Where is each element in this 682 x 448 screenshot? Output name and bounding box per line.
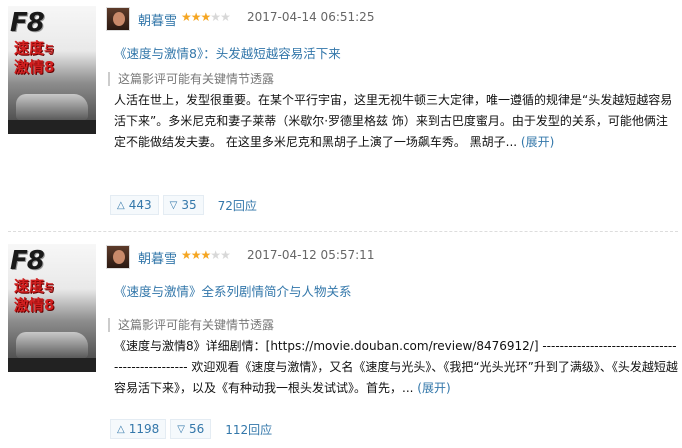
star-icon: ★ bbox=[181, 10, 192, 24]
review-actions: △ 443 ▽ 35 72回应 bbox=[110, 194, 257, 216]
review-time: 2017-04-12 05:57:11 bbox=[247, 248, 375, 262]
poster-car bbox=[16, 332, 88, 358]
poster-title: 速度与 激情8 bbox=[14, 40, 54, 76]
expand-link[interactable]: (展开) bbox=[417, 381, 450, 395]
review-summary-text: 人活在世上，发型很重要。在某个平行宇宙，这里无视牛顿三大定律，唯一遵循的规律是“… bbox=[114, 93, 673, 149]
review-time: 2017-04-14 06:51:25 bbox=[247, 10, 375, 24]
spoiler-warning: 这篇影评可能有关键情节透露 bbox=[108, 318, 274, 332]
star-icon: ★ bbox=[210, 248, 221, 262]
up-triangle-icon: △ bbox=[117, 423, 125, 435]
poster-brand: F8 bbox=[10, 8, 45, 38]
useless-button[interactable]: ▽ 35 bbox=[162, 195, 204, 215]
star-icon: ★ bbox=[200, 248, 212, 262]
star-icon: ★ bbox=[220, 248, 231, 262]
poster-road bbox=[8, 120, 96, 134]
poster-car bbox=[16, 94, 88, 120]
useful-button[interactable]: △ 443 bbox=[110, 195, 159, 215]
review-item: F8 速度与 激情8 朝暮雪 ★★★★★ 2017-04-14 06:51:25… bbox=[0, 0, 682, 230]
spoiler-warning: 这篇影评可能有关键情节透露 bbox=[108, 72, 274, 86]
star-icon: ★ bbox=[200, 10, 212, 24]
review-summary: 《速度与激情8》详细剧情：[https://movie.douban.com/r… bbox=[114, 336, 678, 399]
useful-count: 443 bbox=[128, 198, 152, 212]
review-summary-text: 《速度与激情8》详细剧情：[https://movie.douban.com/r… bbox=[114, 339, 678, 395]
review-summary: 人活在世上，发型很重要。在某个平行宇宙，这里无视牛顿三大定律，唯一遵循的规律是“… bbox=[114, 90, 678, 153]
useless-button[interactable]: ▽ 56 bbox=[170, 419, 212, 439]
star-icon: ★ bbox=[220, 10, 231, 24]
useful-count: 1198 bbox=[128, 422, 160, 436]
star-icon: ★ bbox=[181, 248, 192, 262]
star-icon: ★ bbox=[190, 10, 202, 24]
author-name[interactable]: 朝暮雪 bbox=[138, 10, 177, 29]
poster-title-line2: 激情8 bbox=[14, 296, 55, 314]
review-item: F8 速度与 激情8 朝暮雪 ★★★★★ 2017-04-12 05:57:11… bbox=[0, 238, 682, 448]
poster-title: 速度与 激情8 bbox=[14, 278, 54, 314]
review-actions: △ 1198 ▽ 56 112回应 bbox=[110, 418, 272, 440]
useless-count: 56 bbox=[188, 422, 205, 436]
poster-title-line2: 激情8 bbox=[14, 58, 55, 76]
expand-link[interactable]: (展开) bbox=[521, 135, 554, 149]
poster-title-mark: 与 bbox=[44, 283, 55, 294]
rating-stars: ★★★★★ bbox=[181, 248, 231, 262]
up-triangle-icon: △ bbox=[117, 199, 125, 211]
poster-brand: F8 bbox=[10, 246, 45, 276]
reply-link[interactable]: 72回应 bbox=[218, 197, 257, 214]
useful-button[interactable]: △ 1198 bbox=[110, 419, 167, 439]
avatar[interactable] bbox=[106, 245, 130, 269]
star-icon: ★ bbox=[210, 10, 221, 24]
poster-title-line1: 速度 bbox=[14, 39, 45, 57]
useless-count: 35 bbox=[181, 198, 197, 212]
down-triangle-icon: ▽ bbox=[169, 199, 178, 211]
author-name[interactable]: 朝暮雪 bbox=[138, 248, 177, 267]
review-title-link[interactable]: 《速度与激情8》：头发越短越容易活下来 bbox=[114, 43, 341, 62]
poster-title-mark: 与 bbox=[44, 45, 55, 56]
divider bbox=[8, 231, 678, 232]
movie-poster[interactable]: F8 速度与 激情8 bbox=[8, 6, 96, 134]
rating-stars: ★★★★★ bbox=[181, 10, 231, 24]
poster-road bbox=[8, 358, 96, 372]
poster-title-line1: 速度 bbox=[14, 277, 45, 295]
star-icon: ★ bbox=[190, 248, 202, 262]
reply-link[interactable]: 112回应 bbox=[225, 421, 272, 438]
down-triangle-icon: ▽ bbox=[177, 423, 185, 435]
movie-poster[interactable]: F8 速度与 激情8 bbox=[8, 244, 96, 372]
review-title-link[interactable]: 《速度与激情》全系列剧情简介与人物关系 bbox=[114, 281, 352, 300]
avatar[interactable] bbox=[106, 7, 130, 31]
